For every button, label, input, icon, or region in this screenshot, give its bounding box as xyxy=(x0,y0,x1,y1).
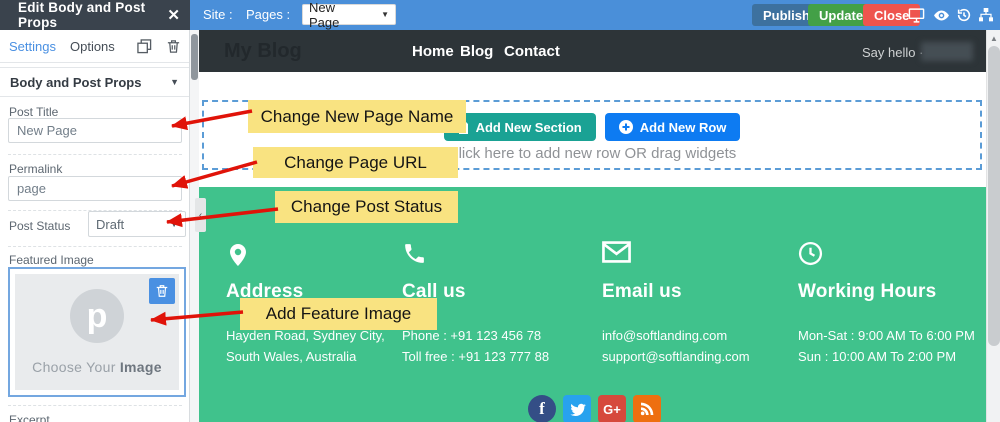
social-icons-row: f G+ xyxy=(528,395,661,422)
column-heading: Working Hours xyxy=(798,281,988,303)
callout-add-feature-image: Add Feature Image xyxy=(240,298,437,330)
rss-icon[interactable] xyxy=(633,395,661,422)
callout-change-post-status: Change Post Status xyxy=(275,191,458,223)
history-icon[interactable] xyxy=(955,6,973,24)
facebook-icon[interactable]: f xyxy=(528,395,556,422)
sidebar-tabs: Settings Options xyxy=(0,30,189,63)
featured-image-placeholder: p Choose Your Image xyxy=(15,274,179,390)
phone-line-2: Toll free : +91 123 777 88 xyxy=(402,346,592,367)
clock-icon xyxy=(798,241,988,271)
email-line-1: info@softlanding.com xyxy=(602,325,792,346)
page-scrollbar[interactable]: ▲ xyxy=(986,30,1000,422)
location-pin-icon xyxy=(226,241,416,271)
site-label: Site : xyxy=(203,0,233,30)
nav-contact[interactable]: Contact xyxy=(504,43,560,60)
hours-line-2: Sun : 10:00 AM To 2:00 PM xyxy=(798,346,988,367)
nav-blog[interactable]: Blog xyxy=(460,43,493,60)
add-new-row-label: Add New Row xyxy=(640,120,727,135)
post-status-label: Post Status xyxy=(9,219,70,233)
accordion-title: Body and Post Props xyxy=(10,75,141,90)
sidebar-header: Edit Body and Post Props ✕ xyxy=(0,0,190,30)
divider xyxy=(8,405,182,406)
excerpt-label: Excerpt xyxy=(9,413,50,422)
page-select[interactable]: New Page ▼ xyxy=(302,4,396,25)
hours-line-1: Mon-Sat : 9:00 AM To 6:00 PM xyxy=(798,325,988,346)
say-hello-text: Say hello · xyxy=(862,45,923,60)
top-toolbar: Site : Pages : New Page ▼ Publish Update… xyxy=(190,0,1000,30)
divider xyxy=(8,246,182,247)
sitemap-icon[interactable] xyxy=(977,6,995,24)
google-plus-icon[interactable]: G+ xyxy=(598,395,626,422)
envelope-icon xyxy=(602,241,792,271)
collapse-panel-handle[interactable]: ‹ xyxy=(195,198,206,232)
post-status-select[interactable]: Draft ▼ xyxy=(88,211,186,237)
panel-title: Edit Body and Post Props xyxy=(18,0,167,30)
close-panel-icon[interactable]: ✕ xyxy=(167,6,180,24)
pagelayer-logo: p xyxy=(70,289,124,343)
permalink-input[interactable]: page xyxy=(8,176,182,201)
add-new-section-button[interactable]: Add New Section xyxy=(444,113,596,141)
tab-options[interactable]: Options xyxy=(70,39,115,54)
post-title-value: New Page xyxy=(17,123,77,138)
column-heading: Email us xyxy=(602,281,792,303)
accordion-body-post-props[interactable]: Body and Post Props ▼ xyxy=(0,67,189,97)
duplicate-icon[interactable] xyxy=(137,39,152,54)
add-new-row-button[interactable]: Add New Row xyxy=(605,113,741,141)
featured-image-box[interactable]: p Choose Your Image xyxy=(8,267,186,397)
chevron-down-icon: ▼ xyxy=(170,220,178,229)
callout-change-page-url: Change Page URL xyxy=(253,147,458,178)
monitor-icon[interactable] xyxy=(907,6,925,24)
page-builder-screen: Site : Pages : New Page ▼ Publish Update… xyxy=(0,0,1000,422)
permalink-label: Permalink xyxy=(9,162,62,176)
nav-home[interactable]: Home xyxy=(412,43,454,60)
page-select-value: New Page xyxy=(309,0,363,30)
permalink-value: page xyxy=(17,181,46,196)
site-header: My Blog Home Blog Contact Say hello · xyxy=(199,30,986,72)
page-scrollbar-thumb[interactable] xyxy=(988,46,1000,346)
choose-image-text: Choose Your Image xyxy=(32,359,162,375)
sidebar-scrollbar-thumb[interactable] xyxy=(191,34,198,80)
pages-label: Pages : xyxy=(246,0,290,30)
email-line-2: support@softlanding.com xyxy=(602,346,792,367)
settings-sidebar: Settings Options Body and Post Props ▼ P… xyxy=(0,30,190,422)
add-new-section-label: Add New Section xyxy=(476,120,582,135)
address-line-2: South Wales, Australia xyxy=(226,346,416,367)
divider xyxy=(8,154,182,155)
trash-icon[interactable] xyxy=(166,39,181,54)
twitter-icon[interactable] xyxy=(563,395,591,422)
remove-image-button[interactable] xyxy=(149,278,175,304)
chevron-down-icon: ▼ xyxy=(381,10,389,19)
email-us-column: Email us info@softlanding.com support@so… xyxy=(602,241,792,367)
working-hours-column: Working Hours Mon-Sat : 9:00 AM To 6:00 … xyxy=(798,241,988,367)
scroll-up-icon[interactable]: ▲ xyxy=(987,34,1000,43)
redacted-blur xyxy=(921,42,973,61)
eye-icon[interactable] xyxy=(932,6,950,24)
site-title: My Blog xyxy=(224,40,302,63)
caret-down-icon: ▼ xyxy=(170,77,179,87)
plus-circle-icon xyxy=(619,120,633,134)
featured-image-label: Featured Image xyxy=(9,253,94,267)
post-title-input[interactable]: New Page xyxy=(8,118,182,143)
post-status-value: Draft xyxy=(96,217,124,232)
tab-settings[interactable]: Settings xyxy=(9,39,56,54)
chevron-left-icon: ‹ xyxy=(199,210,202,221)
post-title-label: Post Title xyxy=(9,105,58,119)
phone-icon xyxy=(402,241,592,271)
callout-change-new-page-name: Change New Page Name xyxy=(248,100,466,133)
